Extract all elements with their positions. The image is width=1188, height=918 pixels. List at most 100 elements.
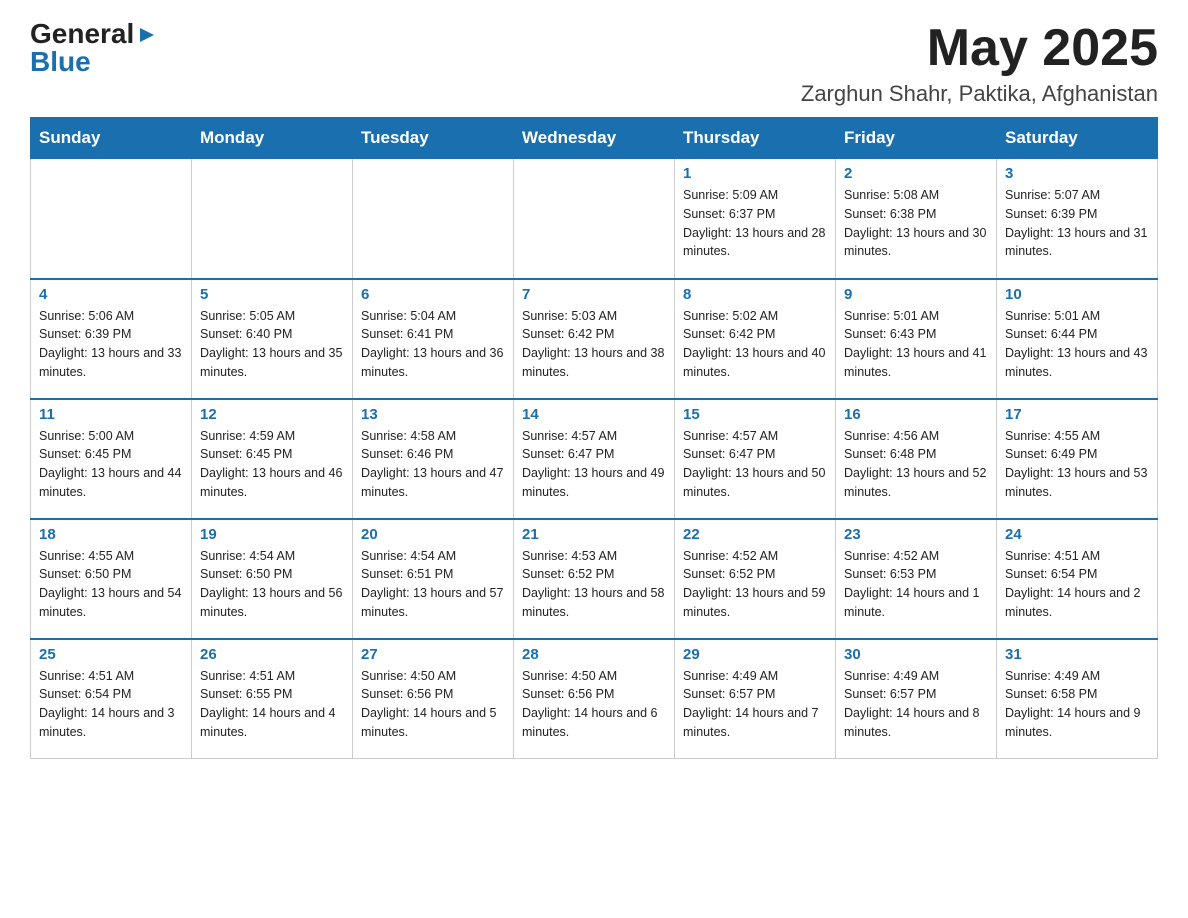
day-info: Sunrise: 5:05 AM Sunset: 6:40 PM Dayligh…	[200, 307, 344, 382]
day-info: Sunrise: 4:57 AM Sunset: 6:47 PM Dayligh…	[683, 427, 827, 502]
calendar-cell: 19Sunrise: 4:54 AM Sunset: 6:50 PM Dayli…	[192, 519, 353, 639]
col-header-wednesday: Wednesday	[514, 118, 675, 159]
calendar-cell: 5 Sunrise: 5:05 AM Sunset: 6:40 PM Daylig…	[192, 279, 353, 399]
col-header-friday: Friday	[836, 118, 997, 159]
calendar-cell: 20 Sunrise: 4:54 AM Sunset: 6:51 PM Dayli…	[353, 519, 514, 639]
day-info: Sunrise: 4:52 AM Sunset: 6:53 PM Dayligh…	[844, 547, 988, 622]
calendar-cell: 27 Sunrise: 4:50 AM Sunset: 6:56 PM Dayli…	[353, 639, 514, 759]
calendar-cell: 14 Sunrise: 4:57 AM Sunset: 6:47 PM Dayli…	[514, 399, 675, 519]
day-number: 26	[200, 646, 344, 663]
day-number: 9	[844, 286, 988, 303]
calendar-cell: 3 Sunrise: 5:07 AM Sunset: 6:39 PM Daylig…	[997, 159, 1158, 279]
day-number: 15	[683, 406, 827, 423]
calendar-cell: 28Sunrise: 4:50 AM Sunset: 6:56 PM Dayli…	[514, 639, 675, 759]
calendar-cell	[31, 159, 192, 279]
day-info: Sunrise: 5:06 AM Sunset: 6:39 PM Dayligh…	[39, 307, 183, 382]
calendar-cell: 18 Sunrise: 4:55 AM Sunset: 6:50 PM Dayli…	[31, 519, 192, 639]
day-number: 25	[39, 646, 183, 663]
day-info: Sunrise: 4:51 AM Sunset: 6:54 PM Dayligh…	[39, 667, 183, 742]
calendar-week-row: 1 Sunrise: 5:09 AM Sunset: 6:37 PM Daylig…	[31, 159, 1158, 279]
calendar-cell: 6 Sunrise: 5:04 AM Sunset: 6:41 PM Daylig…	[353, 279, 514, 399]
day-number: 10	[1005, 286, 1149, 303]
calendar-week-row: 25 Sunrise: 4:51 AM Sunset: 6:54 PM Dayli…	[31, 639, 1158, 759]
day-number: 13	[361, 406, 505, 423]
day-info: Sunrise: 4:49 AM Sunset: 6:58 PM Dayligh…	[1005, 667, 1149, 742]
logo-blue: Blue	[30, 48, 91, 76]
day-number: 16	[844, 406, 988, 423]
calendar-cell: 29Sunrise: 4:49 AM Sunset: 6:57 PM Dayli…	[675, 639, 836, 759]
calendar-cell: 16 Sunrise: 4:56 AM Sunset: 6:48 PM Dayli…	[836, 399, 997, 519]
day-info: Sunrise: 5:09 AM Sunset: 6:37 PM Dayligh…	[683, 186, 827, 261]
day-number: 6	[361, 286, 505, 303]
day-number: 4	[39, 286, 183, 303]
day-number: 7	[522, 286, 666, 303]
logo-arrow-icon	[136, 24, 158, 46]
day-info: Sunrise: 4:57 AM Sunset: 6:47 PM Dayligh…	[522, 427, 666, 502]
day-info: Sunrise: 4:56 AM Sunset: 6:48 PM Dayligh…	[844, 427, 988, 502]
day-number: 27	[361, 646, 505, 663]
title-block: May 2025 Zarghun Shahr, Paktika, Afghani…	[801, 20, 1158, 107]
calendar-week-row: 4 Sunrise: 5:06 AM Sunset: 6:39 PM Daylig…	[31, 279, 1158, 399]
calendar-header-row: SundayMondayTuesdayWednesdayThursdayFrid…	[31, 118, 1158, 159]
day-info: Sunrise: 5:07 AM Sunset: 6:39 PM Dayligh…	[1005, 186, 1149, 261]
calendar-location: Zarghun Shahr, Paktika, Afghanistan	[801, 81, 1158, 107]
day-number: 24	[1005, 526, 1149, 543]
day-number: 20	[361, 526, 505, 543]
day-number: 14	[522, 406, 666, 423]
day-info: Sunrise: 4:51 AM Sunset: 6:54 PM Dayligh…	[1005, 547, 1149, 622]
day-number: 2	[844, 165, 988, 182]
calendar-cell: 15 Sunrise: 4:57 AM Sunset: 6:47 PM Dayli…	[675, 399, 836, 519]
calendar-cell: 10 Sunrise: 5:01 AM Sunset: 6:44 PM Dayli…	[997, 279, 1158, 399]
calendar-table: SundayMondayTuesdayWednesdayThursdayFrid…	[30, 117, 1158, 759]
calendar-cell: 4 Sunrise: 5:06 AM Sunset: 6:39 PM Daylig…	[31, 279, 192, 399]
day-info: Sunrise: 5:08 AM Sunset: 6:38 PM Dayligh…	[844, 186, 988, 261]
calendar-cell: 31 Sunrise: 4:49 AM Sunset: 6:58 PM Dayli…	[997, 639, 1158, 759]
col-header-monday: Monday	[192, 118, 353, 159]
calendar-cell: 9 Sunrise: 5:01 AM Sunset: 6:43 PM Daylig…	[836, 279, 997, 399]
day-number: 18	[39, 526, 183, 543]
logo-general: General	[30, 20, 134, 48]
calendar-cell: 8 Sunrise: 5:02 AM Sunset: 6:42 PM Daylig…	[675, 279, 836, 399]
calendar-cell: 25 Sunrise: 4:51 AM Sunset: 6:54 PM Dayli…	[31, 639, 192, 759]
page-header: General Blue May 2025 Zarghun Shahr, Pak…	[30, 20, 1158, 107]
day-number: 1	[683, 165, 827, 182]
day-number: 12	[200, 406, 344, 423]
day-number: 3	[1005, 165, 1149, 182]
day-info: Sunrise: 5:00 AM Sunset: 6:45 PM Dayligh…	[39, 427, 183, 502]
calendar-cell: 30Sunrise: 4:49 AM Sunset: 6:57 PM Dayli…	[836, 639, 997, 759]
day-number: 30	[844, 646, 988, 663]
day-number: 5	[200, 286, 344, 303]
calendar-cell: 24 Sunrise: 4:51 AM Sunset: 6:54 PM Dayli…	[997, 519, 1158, 639]
day-number: 11	[39, 406, 183, 423]
day-number: 19	[200, 526, 344, 543]
day-info: Sunrise: 4:58 AM Sunset: 6:46 PM Dayligh…	[361, 427, 505, 502]
calendar-cell: 12Sunrise: 4:59 AM Sunset: 6:45 PM Dayli…	[192, 399, 353, 519]
calendar-cell: 17 Sunrise: 4:55 AM Sunset: 6:49 PM Dayli…	[997, 399, 1158, 519]
day-info: Sunrise: 5:02 AM Sunset: 6:42 PM Dayligh…	[683, 307, 827, 382]
day-number: 31	[1005, 646, 1149, 663]
day-number: 17	[1005, 406, 1149, 423]
calendar-cell: 2 Sunrise: 5:08 AM Sunset: 6:38 PM Daylig…	[836, 159, 997, 279]
day-info: Sunrise: 4:51 AM Sunset: 6:55 PM Dayligh…	[200, 667, 344, 742]
day-info: Sunrise: 4:49 AM Sunset: 6:57 PM Dayligh…	[683, 667, 827, 742]
col-header-thursday: Thursday	[675, 118, 836, 159]
day-info: Sunrise: 5:04 AM Sunset: 6:41 PM Dayligh…	[361, 307, 505, 382]
logo: General Blue	[30, 20, 158, 76]
day-info: Sunrise: 4:52 AM Sunset: 6:52 PM Dayligh…	[683, 547, 827, 622]
col-header-sunday: Sunday	[31, 118, 192, 159]
day-info: Sunrise: 4:50 AM Sunset: 6:56 PM Dayligh…	[361, 667, 505, 742]
calendar-cell	[192, 159, 353, 279]
day-info: Sunrise: 4:55 AM Sunset: 6:49 PM Dayligh…	[1005, 427, 1149, 502]
calendar-cell: 1 Sunrise: 5:09 AM Sunset: 6:37 PM Daylig…	[675, 159, 836, 279]
day-number: 8	[683, 286, 827, 303]
day-info: Sunrise: 4:55 AM Sunset: 6:50 PM Dayligh…	[39, 547, 183, 622]
calendar-cell: 21Sunrise: 4:53 AM Sunset: 6:52 PM Dayli…	[514, 519, 675, 639]
day-number: 28	[522, 646, 666, 663]
calendar-cell: 13 Sunrise: 4:58 AM Sunset: 6:46 PM Dayli…	[353, 399, 514, 519]
day-info: Sunrise: 5:01 AM Sunset: 6:43 PM Dayligh…	[844, 307, 988, 382]
day-info: Sunrise: 5:01 AM Sunset: 6:44 PM Dayligh…	[1005, 307, 1149, 382]
calendar-title: May 2025	[801, 20, 1158, 77]
day-number: 21	[522, 526, 666, 543]
day-info: Sunrise: 4:54 AM Sunset: 6:51 PM Dayligh…	[361, 547, 505, 622]
calendar-cell: 11 Sunrise: 5:00 AM Sunset: 6:45 PM Dayli…	[31, 399, 192, 519]
